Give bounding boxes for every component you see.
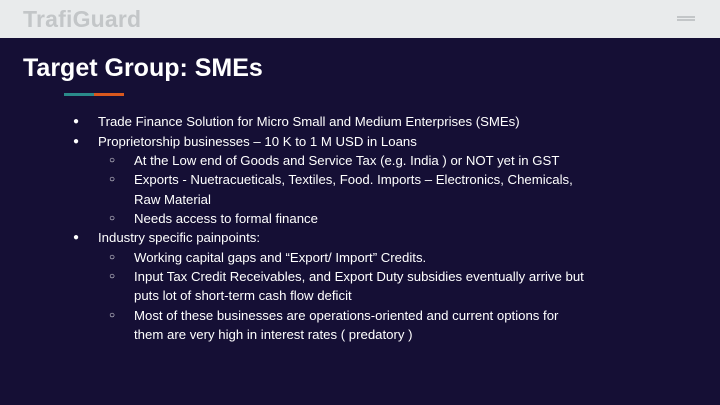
sub-list-item-continued: Raw Material bbox=[134, 192, 211, 207]
sub-list-item: Needs access to formal finance bbox=[134, 211, 318, 226]
bullet-circle-icon: ○ bbox=[109, 213, 116, 224]
bullet-list: ● Trade Finance Solution for Micro Small… bbox=[0, 0, 720, 405]
list-item: Trade Finance Solution for Micro Small a… bbox=[98, 114, 520, 129]
bullet-circle-icon: ○ bbox=[109, 174, 116, 185]
list-item: Industry specific painpoints: bbox=[98, 230, 260, 245]
sub-list-item-continued: them are very high in interest rates ( p… bbox=[134, 327, 413, 342]
bullet-circle-icon: ○ bbox=[109, 252, 116, 263]
sub-list-item: At the Low end of Goods and Service Tax … bbox=[134, 153, 560, 168]
list-item: Proprietorship businesses – 10 K to 1 M … bbox=[98, 134, 417, 149]
bullet-circle-icon: ○ bbox=[109, 310, 116, 321]
bullet-dot-icon: ● bbox=[73, 116, 80, 127]
sub-list-item: Working capital gaps and “Export/ Import… bbox=[134, 250, 427, 265]
bullet-circle-icon: ○ bbox=[109, 155, 116, 166]
sub-list-item-continued: puts lot of short-term cash flow deficit bbox=[134, 288, 352, 303]
sub-list-item: Exports - Nuetracueticals, Textiles, Foo… bbox=[134, 172, 573, 187]
sub-list-item: Input Tax Credit Receivables, and Export… bbox=[134, 269, 584, 284]
bullet-circle-icon: ○ bbox=[109, 271, 116, 282]
bullet-dot-icon: ● bbox=[73, 136, 80, 147]
bullet-dot-icon: ● bbox=[73, 232, 80, 243]
sub-list-item: Most of these businesses are operations-… bbox=[134, 308, 559, 323]
